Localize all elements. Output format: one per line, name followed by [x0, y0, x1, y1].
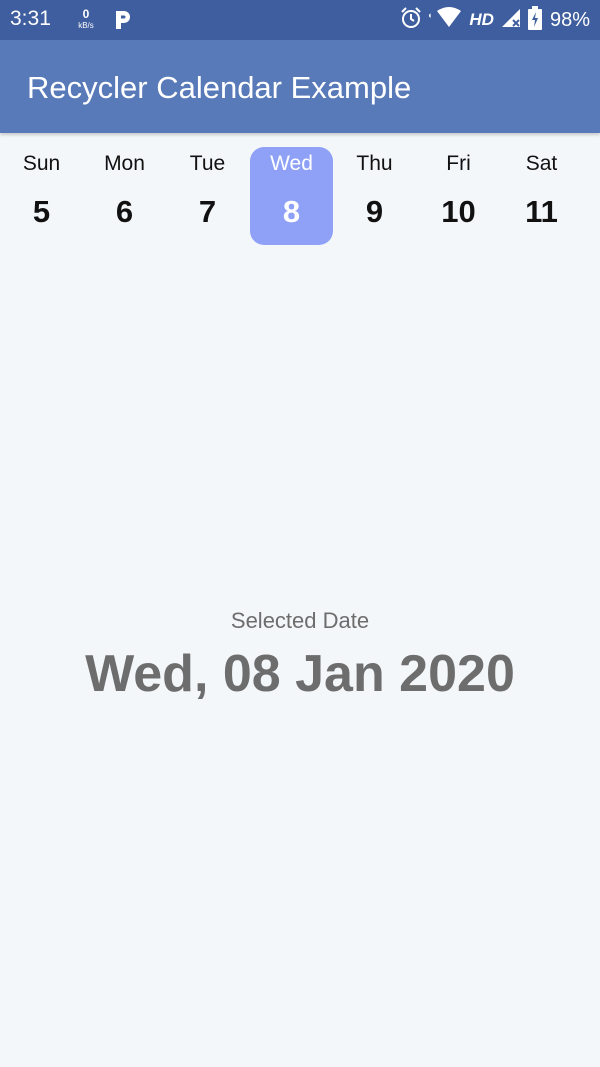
battery-percent: 98% — [549, 8, 590, 31]
day-number: 7 — [198, 194, 217, 229]
status-time: 3:31 — [10, 7, 51, 30]
battery-icon — [527, 5, 542, 35]
day-number: 10 — [441, 194, 476, 229]
day-name: Tue — [189, 152, 226, 175]
status-icons: HD 98% — [399, 5, 590, 35]
day-name: Fri — [446, 152, 471, 175]
network-speed-unit: kB/s — [78, 21, 94, 30]
day-cell-mon[interactable]: Mon 6 — [83, 147, 166, 245]
day-name: Sun — [22, 152, 61, 175]
alarm-icon — [399, 6, 423, 35]
wifi-icon — [428, 6, 463, 34]
status-bar: 3:31 0 kB/s HD 98% — [0, 0, 600, 40]
day-number: 5 — [32, 194, 51, 229]
day-name: Mon — [104, 152, 145, 175]
signal-icon — [500, 7, 522, 34]
day-cell-tue[interactable]: Tue 7 — [166, 147, 249, 245]
day-cell-sat[interactable]: Sat 11 — [500, 147, 583, 245]
hd-label: HD — [469, 10, 494, 29]
selected-date-value: Wed, 08 Jan 2020 — [85, 645, 515, 703]
day-cell-thu[interactable]: Thu 9 — [333, 147, 416, 245]
day-name: Thu — [356, 152, 393, 175]
day-number: 8 — [282, 194, 301, 229]
day-number: 6 — [115, 194, 134, 229]
day-cell-wed[interactable]: Wed 8 — [250, 147, 333, 245]
day-name: Sat — [525, 152, 558, 175]
selected-date-label: Selected Date — [230, 608, 370, 633]
app-title: Recycler Calendar Example — [27, 70, 412, 105]
day-number: 9 — [365, 194, 384, 229]
day-cell-fri[interactable]: Fri 10 — [417, 147, 500, 245]
app-bar: Recycler Calendar Example — [0, 40, 600, 133]
day-number: 11 — [525, 194, 558, 229]
parking-icon — [113, 8, 133, 32]
network-speed-value: 0 — [82, 7, 90, 21]
day-name: Wed — [270, 152, 313, 175]
network-speed: 0 kB/s — [74, 8, 98, 30]
week-strip: Sun 5 Mon 6 Tue 7 Wed 8 Thu 9 Fri 10 Sat… — [0, 147, 600, 245]
day-cell-sun[interactable]: Sun 5 — [0, 147, 83, 245]
